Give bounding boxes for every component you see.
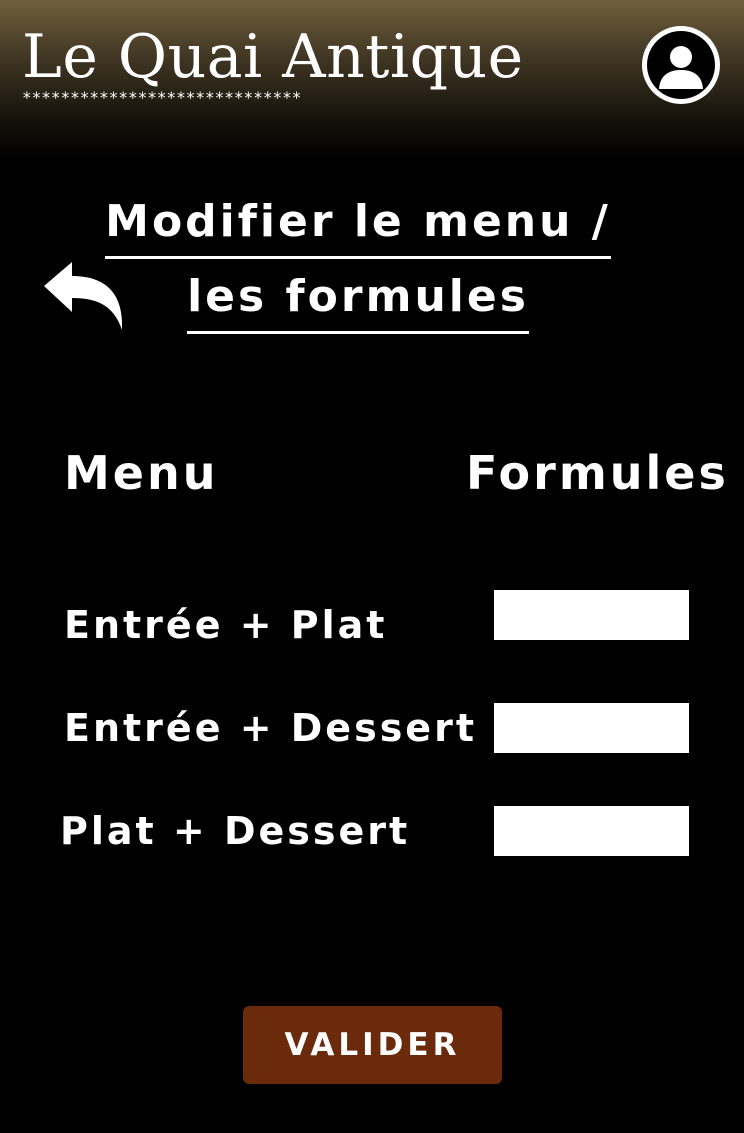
row-label-entree-dessert: Entrée + Dessert	[64, 706, 477, 750]
price-input-entree-dessert[interactable]	[494, 703, 689, 753]
app-header: Le Quai Antique ************************…	[0, 0, 744, 160]
page-title-line2: les formules	[187, 265, 529, 334]
column-header-formules: Formules	[466, 446, 729, 500]
row-label-entree-plat: Entrée + Plat	[64, 603, 388, 647]
column-header-menu: Menu	[64, 446, 219, 500]
price-input-plat-dessert[interactable]	[494, 806, 689, 856]
row-label-plat-dessert: Plat + Dessert	[60, 809, 411, 853]
brand-decoration: *****************************	[22, 88, 302, 107]
brand-title[interactable]: Le Quai Antique	[22, 18, 524, 96]
page-title-line1: Modifier le menu /	[105, 190, 611, 259]
price-input-entree-plat[interactable]	[494, 590, 689, 640]
page-title: Modifier le menu / les formules	[90, 190, 626, 334]
submit-button[interactable]: VALIDER	[243, 1006, 502, 1084]
user-avatar-icon[interactable]	[642, 26, 720, 104]
